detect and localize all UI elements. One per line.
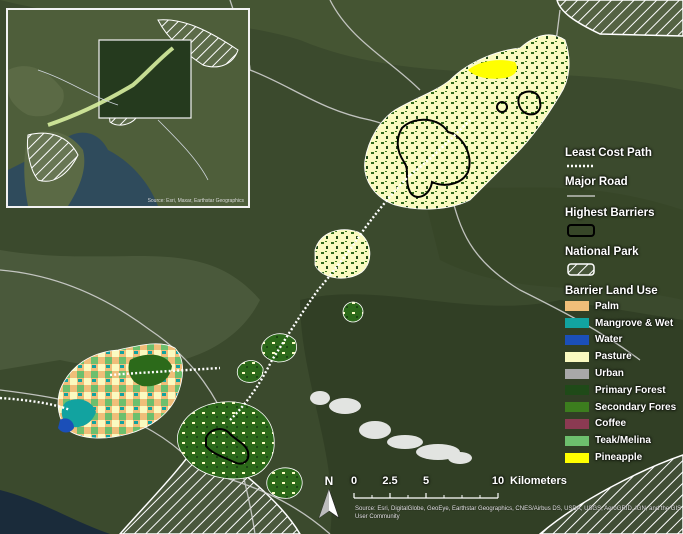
north-arrow: N: [316, 474, 342, 522]
land-use-swatch: [565, 435, 589, 446]
land-use-swatch: [565, 368, 589, 379]
legend-barrier-land-use-label: Barrier Land Use: [565, 285, 658, 297]
map-legend: Least Cost Path Major Road Highest Barri…: [565, 146, 683, 466]
land-use-label: Urban: [595, 368, 624, 380]
legend-least-cost-path-symbol: [567, 164, 595, 168]
land-use-label: Mangrove & Wet: [595, 317, 674, 329]
land-use-label: Coffee: [595, 418, 627, 430]
legend-land-use-item: Pineapple: [565, 449, 683, 466]
scale-bar-graphic: [353, 493, 499, 499]
legend-land-use-list: Palm Mangrove & Wet Water Pasture Urban …: [565, 298, 683, 466]
scale-tick-label: 2.5: [382, 475, 398, 487]
inset-credit: Source: Esri, Maxar, Earthstar Geographi…: [147, 198, 244, 204]
map[interactable]: Source: Esri, Maxar, Earthstar Geographi…: [0, 0, 683, 534]
legend-land-use-item: Water: [565, 332, 683, 349]
north-arrow-icon: [318, 488, 340, 519]
legend-major-road-symbol: [567, 195, 595, 197]
scale-tick-label: 0: [350, 475, 358, 487]
legend-land-use-item: Pasture: [565, 348, 683, 365]
land-use-swatch: [565, 452, 589, 463]
scale-bar: 0 2.5 5 10 Kilometers: [348, 474, 578, 504]
land-use-swatch: [565, 301, 589, 312]
land-use-swatch: [565, 334, 589, 345]
inset-map-canvas: [8, 10, 248, 206]
legend-land-use-item: Mangrove & Wet: [565, 315, 683, 332]
land-use-label: Secondary Fores: [595, 401, 677, 413]
inset-map[interactable]: Source: Esri, Maxar, Earthstar Geographi…: [6, 8, 250, 208]
land-use-swatch: [565, 402, 589, 413]
land-use-label: Palm: [595, 300, 619, 312]
inset-extent-frame: [98, 39, 192, 119]
scale-tick-label: 5: [422, 475, 430, 487]
legend-land-use-item: Primary Forest: [565, 382, 683, 399]
legend-least-cost-path-label: Least Cost Path: [565, 147, 652, 159]
legend-highest-barriers-symbol: [567, 224, 595, 237]
land-use-label: Pasture: [595, 351, 632, 363]
legend-national-park-symbol: [567, 263, 595, 276]
legend-land-use-item: Urban: [565, 365, 683, 382]
legend-land-use-item: Teak/Melina: [565, 432, 683, 449]
land-use-label: Primary Forest: [595, 384, 666, 396]
legend-major-road-label: Major Road: [565, 176, 628, 188]
land-use-swatch: [565, 351, 589, 362]
barrier-patch-south-small: [266, 467, 303, 499]
north-letter: N: [324, 474, 334, 488]
barrier-patch-mid: [314, 229, 371, 279]
land-use-label: Teak/Melina: [595, 435, 651, 447]
legend-land-use-item: Palm: [565, 298, 683, 315]
legend-highest-barriers-label: Highest Barriers: [565, 207, 655, 219]
barrier-patch-path-1: [261, 333, 297, 363]
legend-land-use-item: Secondary Fores: [565, 399, 683, 416]
map-credit: Source: Esri, DigitalGlobe, GeoEye, Eart…: [355, 506, 682, 520]
legend-national-park-label: National Park: [565, 246, 639, 258]
scale-tick-label: 10: [491, 475, 505, 487]
land-use-swatch: [565, 318, 589, 329]
land-use-swatch: [565, 385, 589, 396]
land-use-label: Water: [595, 334, 623, 346]
legend-land-use-item: Coffee: [565, 416, 683, 433]
scale-unit: Kilometers: [510, 475, 567, 487]
land-use-swatch: [565, 418, 589, 429]
barrier-patch-small: [342, 301, 364, 323]
barrier-patch-path-2: [236, 360, 264, 383]
land-use-label: Pineapple: [595, 452, 643, 464]
